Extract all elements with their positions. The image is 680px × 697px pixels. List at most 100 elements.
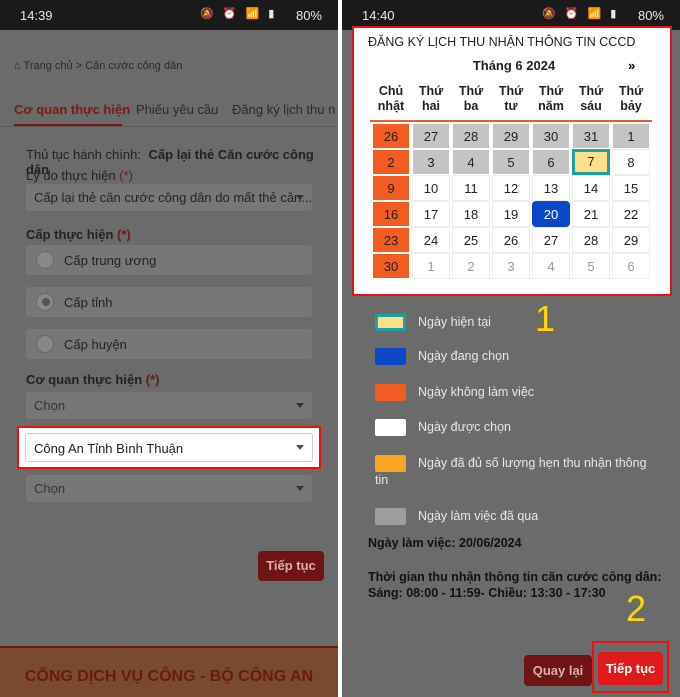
next-month-button[interactable]: » bbox=[628, 58, 635, 73]
agency-label-row: Cơ quan thực hiện (*) bbox=[26, 372, 160, 387]
level-label: Cấp thực hiện bbox=[26, 227, 114, 242]
level-option-label: Cấp trung ương bbox=[64, 253, 157, 268]
calendar-day[interactable]: 27 bbox=[532, 227, 570, 253]
agency-select-2[interactable]: Chọn bbox=[26, 475, 312, 502]
calendar-day[interactable]: 28 bbox=[572, 227, 610, 253]
status-bar: 14:39 🔕 ⏰ 📶 ▮ 80% bbox=[0, 0, 338, 30]
calendar-day[interactable]: 30 bbox=[372, 253, 410, 279]
chevron-down-icon bbox=[296, 194, 304, 200]
level-option-central[interactable]: Cấp trung ương bbox=[26, 245, 312, 275]
annotation-number-2: 2 bbox=[626, 588, 647, 629]
back-button[interactable]: Quay lại bbox=[524, 655, 592, 686]
breadcrumb-current: Căn cước công dân bbox=[85, 60, 183, 72]
procedure-label: Thủ tục hành chính: bbox=[26, 147, 141, 162]
legend-label: Ngày làm việc đã qua bbox=[418, 509, 539, 523]
calendar-day[interactable]: 26 bbox=[492, 227, 530, 253]
calendar-day: 4 bbox=[452, 149, 490, 175]
continue-button[interactable]: Tiếp tục bbox=[598, 652, 663, 685]
required-mark: (*) bbox=[117, 227, 131, 242]
calendar-day: 28 bbox=[452, 123, 490, 149]
legend-label: Ngày hiện tại bbox=[418, 315, 491, 329]
calendar-day[interactable]: 17 bbox=[412, 201, 450, 227]
calendar-month: Tháng 6 2024 bbox=[472, 58, 556, 73]
left-screen: 14:39 🔕 ⏰ 📶 ▮ 80% ⌂ Trang chủ > Căn cước… bbox=[0, 0, 338, 697]
calendar-day[interactable]: 2 bbox=[372, 149, 410, 175]
calendar-day: 29 bbox=[492, 123, 530, 149]
calendar-day: 5 bbox=[492, 149, 530, 175]
calendar-day: 30 bbox=[532, 123, 570, 149]
radio-button[interactable] bbox=[36, 251, 54, 269]
calendar-day[interactable]: 16 bbox=[372, 201, 410, 227]
calendar-day: 6 bbox=[612, 253, 650, 279]
calendar-day[interactable]: 26 bbox=[372, 123, 410, 149]
status-icons: 🔕 ⏰ 📶 ▮ bbox=[542, 8, 620, 20]
footer-banner: CỔNG DỊCH VỤ CÔNG - BỘ CÔNG AN bbox=[0, 646, 338, 697]
chevron-down-icon bbox=[296, 485, 304, 491]
calendar-day[interactable]: 21 bbox=[572, 201, 610, 227]
weekday-header: Thứ sáu bbox=[578, 84, 604, 113]
calendar-day[interactable]: 22 bbox=[612, 201, 650, 227]
clock: 14:40 bbox=[362, 8, 395, 23]
breadcrumb: ⌂ Trang chủ > Căn cước công dân bbox=[14, 60, 182, 72]
select-placeholder: Chọn bbox=[34, 398, 66, 413]
battery-level: 80% bbox=[637, 8, 664, 23]
calendar-day[interactable]: 18 bbox=[452, 201, 490, 227]
agency-selected-value: Công An Tỉnh Bình Thuận bbox=[34, 441, 184, 456]
legend-label: Ngày đã đủ số lượng hẹn thu nhận thông bbox=[418, 456, 647, 470]
agency-label: Cơ quan thực hiện bbox=[26, 372, 143, 387]
reason-select[interactable]: Cấp lại thẻ căn cước công dân do mất thẻ… bbox=[26, 184, 312, 211]
legend-label: Ngày được chọn bbox=[418, 420, 511, 434]
calendar-day: 3 bbox=[412, 149, 450, 175]
calendar-day[interactable]: 29 bbox=[612, 227, 650, 253]
level-label-row: Cấp thực hiện (*) bbox=[26, 227, 131, 242]
tab-request-form[interactable]: Phiếu yêu cầu bbox=[136, 102, 218, 117]
calendar-day[interactable]: 12 bbox=[492, 175, 530, 201]
calendar-day: 1 bbox=[612, 123, 650, 149]
radio-button[interactable] bbox=[36, 335, 54, 353]
calendar-day-today[interactable]: 7 bbox=[572, 149, 610, 175]
status-icons: 🔕 ⏰ 📶 ▮ bbox=[200, 8, 278, 20]
calendar-day[interactable]: 13 bbox=[532, 175, 570, 201]
calendar-day[interactable]: 15 bbox=[612, 175, 650, 201]
calendar-day: 3 bbox=[492, 253, 530, 279]
home-icon[interactable]: ⌂ bbox=[14, 60, 21, 72]
calendar-day[interactable]: 25 bbox=[452, 227, 490, 253]
calendar-day[interactable]: 8 bbox=[612, 149, 650, 175]
weekday-header: Thứ ba bbox=[458, 84, 484, 113]
battery-level: 80% bbox=[295, 8, 322, 23]
calendar-day-selected[interactable]: 20 bbox=[532, 201, 570, 227]
calendar-day[interactable]: 19 bbox=[492, 201, 530, 227]
legend-label: Ngày đang chọn bbox=[418, 349, 510, 363]
tab-agency[interactable]: Cơ quan thực hiện bbox=[14, 102, 130, 117]
legend-swatch bbox=[375, 455, 406, 472]
select-placeholder: Chọn bbox=[34, 481, 66, 496]
highlight-box: Công An Tỉnh Bình Thuận bbox=[17, 426, 321, 469]
continue-button[interactable]: Tiếp tục bbox=[258, 551, 324, 581]
calendar-day[interactable]: 14 bbox=[572, 175, 610, 201]
weekday-header: Thứ năm bbox=[538, 84, 564, 113]
calendar-day: 4 bbox=[532, 253, 570, 279]
level-option-province[interactable]: Cấp tỉnh bbox=[26, 287, 312, 317]
calendar-day[interactable]: 10 bbox=[412, 175, 450, 201]
clock: 14:39 bbox=[20, 8, 53, 23]
calendar-day[interactable]: 24 bbox=[412, 227, 450, 253]
reason-select-value: Cấp lại thẻ căn cước công dân do mất thẻ… bbox=[34, 190, 313, 205]
calendar-day: 27 bbox=[412, 123, 450, 149]
tab-schedule[interactable]: Đăng ký lịch thu n bbox=[232, 102, 335, 117]
weekday-header: Thứ tư bbox=[498, 84, 524, 113]
agency-select-1[interactable]: Chọn bbox=[26, 392, 312, 419]
receive-time-title: Thời gian thu nhận thông tin căn cước cô… bbox=[368, 570, 662, 584]
agency-select-selected[interactable]: Công An Tỉnh Bình Thuận bbox=[25, 433, 313, 462]
breadcrumb-home[interactable]: Trang chủ bbox=[24, 60, 73, 72]
calendar-day[interactable]: 11 bbox=[452, 175, 490, 201]
level-option-label: Cấp huyện bbox=[64, 337, 127, 352]
weekday-underline bbox=[370, 120, 652, 122]
calendar-day[interactable]: 9 bbox=[372, 175, 410, 201]
calendar-day[interactable]: 23 bbox=[372, 227, 410, 253]
chevron-down-icon bbox=[296, 402, 304, 408]
level-option-district[interactable]: Cấp huyện bbox=[26, 329, 312, 359]
calendar-day: 2 bbox=[452, 253, 490, 279]
legend-swatch bbox=[375, 508, 406, 525]
breadcrumb-separator: > bbox=[75, 60, 83, 72]
calendar-day: 1 bbox=[412, 253, 450, 279]
